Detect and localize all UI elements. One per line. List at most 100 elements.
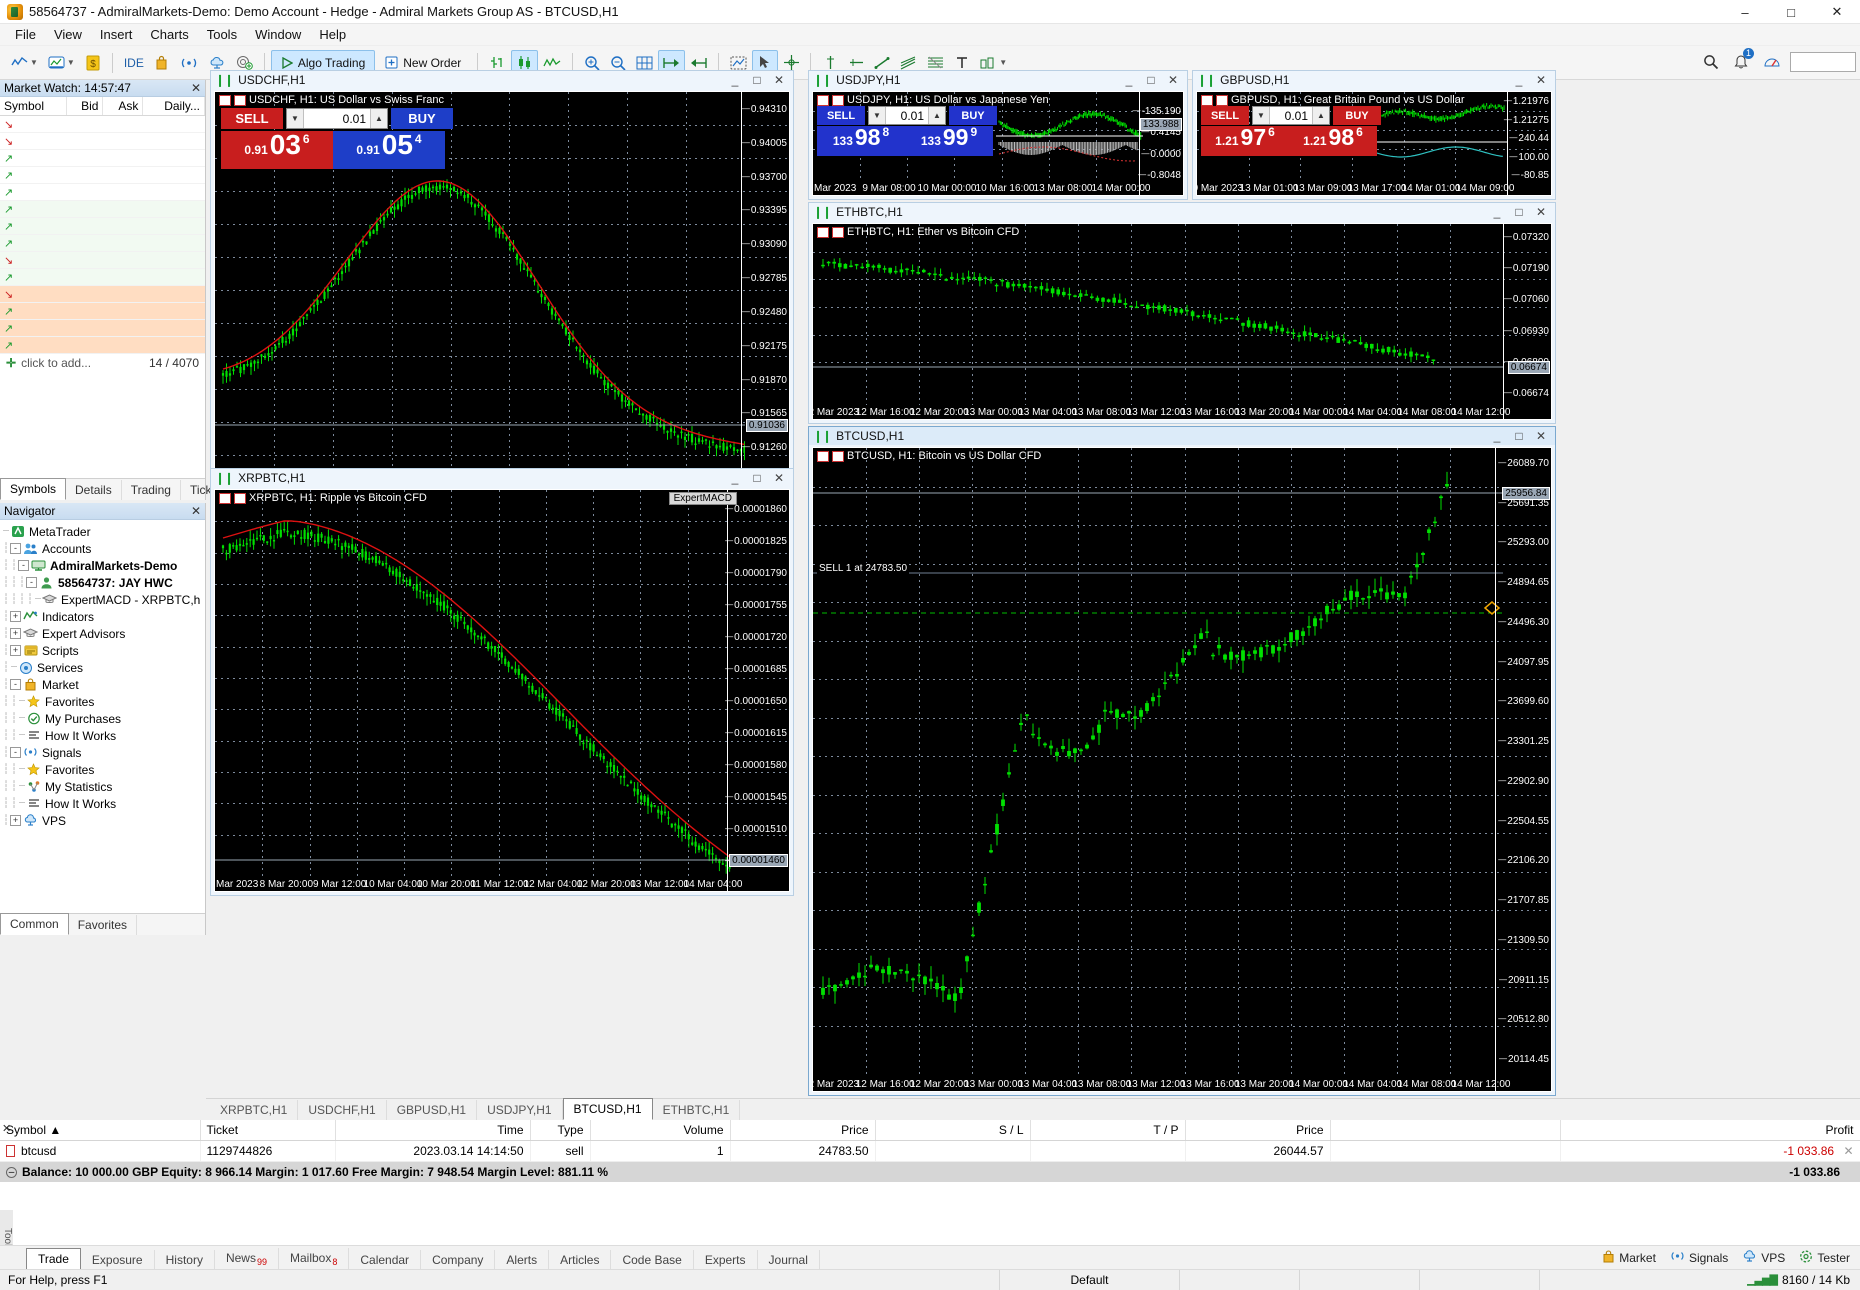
volume-decrease-icon[interactable]: ▼: [869, 107, 886, 124]
collapse-icon[interactable]: –: [6, 1167, 17, 1178]
navigator-item-favorites[interactable]: ┆┆┄Favorites: [2, 693, 205, 710]
volume-value[interactable]: 0.01: [886, 107, 928, 124]
chart-tab-xrpbtc[interactable]: XRPBTC,H1: [210, 1100, 298, 1120]
table-row[interactable]: ↗: [0, 303, 205, 320]
table-row[interactable]: ↗: [0, 201, 205, 218]
tree-expander[interactable]: -: [10, 679, 21, 690]
navigator-item-expert-advisors[interactable]: ┆+Expert Advisors: [2, 625, 205, 642]
profiles-icon[interactable]: ▼: [43, 50, 80, 76]
sell-price-box[interactable]: 0.91 03 6: [221, 131, 333, 169]
chart-canvas-xrpbtc[interactable]: XRPBTC, H1: Ripple vs Bitcoin CFD Expert…: [214, 489, 790, 892]
tree-expander[interactable]: +: [10, 628, 21, 639]
chart-maximize-button[interactable]: □: [747, 471, 767, 485]
volume-value[interactable]: 0.01: [1270, 107, 1312, 124]
volume-value[interactable]: 0.01: [304, 109, 370, 128]
chart-close-button[interactable]: ✕: [1163, 73, 1183, 87]
navigator-item-market[interactable]: ┆-Market: [2, 676, 205, 693]
balance-meter-icon[interactable]: [1758, 49, 1786, 75]
price-axis-gbpusd[interactable]: 1.219761.21275240.44100.00-80.85: [1507, 92, 1551, 195]
navigator-item-expertmacd-xrpbtc-h[interactable]: ┆┆┆┆┄ExpertMACD - XRPBTC,h: [2, 591, 205, 608]
sell-position-line-label[interactable]: SELL 1 at 24783.50: [817, 563, 909, 574]
table-row[interactable]: ↗: [0, 269, 205, 286]
chart-close-button[interactable]: ✕: [769, 471, 789, 485]
tree-expander[interactable]: -: [18, 560, 29, 571]
chart-window-ethbtc[interactable]: ❙❙ ETHBTC,H1 _ □ ✕ ETHBTC, H1: Ether vs …: [808, 202, 1556, 424]
chart-maximize-button[interactable]: □: [747, 73, 767, 87]
toolbox-tab-journal[interactable]: Journal: [758, 1250, 820, 1270]
chart-minimize-button[interactable]: _: [1119, 73, 1139, 87]
tab-symbols[interactable]: Symbols: [0, 478, 66, 500]
chart-window-usdchf[interactable]: ❙❙ USDCHF,H1 _ □ ✕ USDCHF, H1: US Dollar…: [210, 70, 794, 518]
chart-tab-usdchf[interactable]: USDCHF,H1: [298, 1100, 386, 1120]
signals-icon[interactable]: [175, 50, 203, 76]
chart-tab-usdjpy[interactable]: USDJPY,H1: [477, 1100, 562, 1120]
navigator-item-indicators[interactable]: ┆+Indicators: [2, 608, 205, 625]
chart-maximize-button[interactable]: □: [1141, 73, 1161, 87]
table-row[interactable]: btcusd 1129744826 2023.03.14 14:14:50 se…: [0, 1141, 1860, 1162]
col-daily[interactable]: Daily...: [143, 97, 205, 116]
toolbox-link-vps[interactable]: VPS: [1742, 1250, 1785, 1266]
col-ask[interactable]: Ask: [103, 97, 143, 116]
tree-expander[interactable]: -: [26, 577, 37, 588]
volume-stepper[interactable]: ▼ 0.01 ▲: [868, 106, 946, 125]
navigator-item-how-it-works[interactable]: ┆┆┄How It Works: [2, 727, 205, 744]
dollar-icon[interactable]: $: [80, 50, 106, 76]
chart-tab-ethbtc[interactable]: ETHBTC,H1: [653, 1100, 741, 1120]
sell-button[interactable]: SELL: [1201, 106, 1249, 125]
time-axis-ethbtc[interactable]: 12 Mar 202312 Mar 16:0012 Mar 20:0013 Ma…: [813, 405, 1551, 419]
close-button[interactable]: ✕: [1814, 0, 1860, 24]
chart-canvas-gbpusd[interactable]: GBPUSD, H1: Great Britain Pound vs US Do…: [1196, 91, 1552, 196]
navigator-item-favorites[interactable]: ┆┆┄Favorites: [2, 761, 205, 778]
volume-increase-icon[interactable]: ▲: [1312, 107, 1329, 124]
toolbar-search-input[interactable]: [1790, 52, 1856, 72]
buy-button[interactable]: BUY: [391, 108, 453, 129]
table-row[interactable]: ↗: [0, 218, 205, 235]
chart-maximize-button[interactable]: □: [1509, 429, 1529, 443]
chart-minimize-button[interactable]: _: [1487, 429, 1507, 443]
toolbox-tab-trade[interactable]: Trade: [26, 1248, 81, 1270]
price-axis-btcusd[interactable]: 26089.7025691.3525293.0024894.6524496.30…: [1495, 448, 1551, 1091]
maximize-button[interactable]: □: [1768, 0, 1814, 24]
ide-button[interactable]: IDE: [119, 50, 149, 76]
toolbox-tab-company[interactable]: Company: [421, 1250, 495, 1270]
menu-window[interactable]: Window: [246, 25, 310, 44]
minimize-button[interactable]: –: [1722, 0, 1768, 24]
table-row[interactable]: ↘: [0, 252, 205, 269]
chart-tab-gbpusd[interactable]: GBPUSD,H1: [387, 1100, 477, 1120]
toolbox-tab-calendar[interactable]: Calendar: [349, 1250, 421, 1270]
navigator-item-metatrader[interactable]: ┄MetaTrader: [2, 523, 205, 540]
toolbox-link-signals[interactable]: Signals: [1670, 1250, 1728, 1265]
alerts-icon[interactable]: 1: [1728, 49, 1754, 75]
one-click-trading-usdchf[interactable]: SELL ▼ 0.01 ▲ BUY 0.91 03 6 0.91: [221, 108, 453, 169]
table-row[interactable]: ↗: [0, 184, 205, 201]
close-position-icon[interactable]: ✕: [1843, 1144, 1853, 1158]
navigator-item-admiralmarkets-demo[interactable]: ┆┆-AdmiralMarkets-Demo: [2, 557, 205, 574]
chart-canvas-btcusd[interactable]: BTCUSD, H1: Bitcoin vs US Dollar CFD SEL…: [812, 447, 1552, 1092]
navigator-close-icon[interactable]: ✕: [191, 504, 201, 518]
table-row[interactable]: ↗: [0, 337, 205, 354]
time-axis-btcusd[interactable]: 12 Mar 202312 Mar 16:0012 Mar 20:0013 Ma…: [813, 1077, 1551, 1091]
navigator-item-my-purchases[interactable]: ┆┆┄My Purchases: [2, 710, 205, 727]
status-profile[interactable]: Default: [1000, 1270, 1180, 1290]
chart-close-button[interactable]: ✕: [1531, 205, 1551, 219]
indicator-badge-expertmacd[interactable]: ExpertMACD: [669, 492, 737, 505]
toolbox-tab-articles[interactable]: Articles: [549, 1250, 611, 1270]
toolbox-tab-mailbox[interactable]: Mailbox8: [279, 1248, 349, 1270]
menu-view[interactable]: View: [45, 25, 91, 44]
volume-decrease-icon[interactable]: ▼: [287, 109, 304, 128]
tree-expander[interactable]: +: [10, 645, 21, 656]
market-watch-add-row[interactable]: ✛ click to add... 14 / 4070: [0, 354, 205, 372]
one-click-trading-gbpusd[interactable]: SELL ▼ 0.01 ▲ BUY 1.21 97 6 1.21: [1201, 106, 1381, 156]
menu-insert[interactable]: Insert: [91, 25, 142, 44]
th-type[interactable]: Type: [530, 1120, 590, 1141]
time-axis-xrpbtc[interactable]: 8 Mar 20238 Mar 20:009 Mar 12:0010 Mar 0…: [215, 877, 789, 891]
sell-price-box[interactable]: 133 98 8: [817, 126, 905, 156]
chart-window-btcusd[interactable]: ❙❙ BTCUSD,H1 _ □ ✕ BTCUSD, H1: Bitcoin v…: [808, 426, 1556, 1096]
market-bag-icon[interactable]: [149, 50, 175, 76]
th-symbol[interactable]: Symbol ▲: [0, 1120, 200, 1141]
chart-maximize-button[interactable]: □: [1509, 205, 1529, 219]
buy-button[interactable]: BUY: [1333, 106, 1381, 125]
th-ticket[interactable]: Ticket: [200, 1120, 335, 1141]
chart-close-button[interactable]: ✕: [1531, 73, 1551, 87]
tab-trading[interactable]: Trading: [122, 480, 181, 500]
